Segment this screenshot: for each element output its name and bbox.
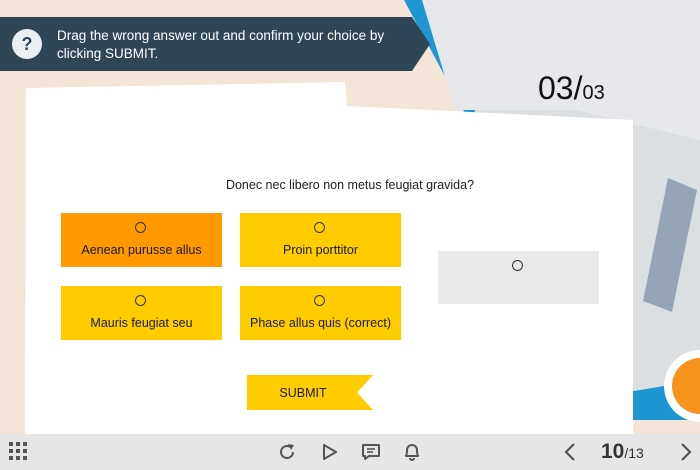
answer-option-label: Aenean purusse allus: [81, 243, 202, 257]
menu-grid-icon[interactable]: [9, 442, 29, 462]
transcript-icon[interactable]: [361, 442, 381, 462]
question-counter: 03/03: [538, 70, 605, 107]
page-total: 13: [628, 445, 644, 461]
question-text: Donec nec libero non metus feugiat gravi…: [225, 178, 475, 192]
radio-circle-icon: [512, 260, 523, 271]
submit-label: SUBMIT: [279, 386, 327, 400]
replay-icon[interactable]: [277, 442, 297, 462]
answer-option-label: Phase allus quis (correct): [249, 316, 392, 330]
play-icon[interactable]: [320, 442, 340, 462]
radio-circle-icon: [314, 222, 325, 233]
answer-option-2[interactable]: Proin porttitor: [240, 213, 401, 267]
question-total: 03: [582, 82, 605, 104]
bell-icon[interactable]: [402, 442, 422, 462]
radio-circle-icon: [135, 295, 146, 306]
question-current: 03: [538, 70, 574, 106]
submit-button[interactable]: SUBMIT: [247, 375, 373, 410]
answer-option-4[interactable]: Phase allus quis (correct): [240, 286, 401, 340]
page-indicator: 10/13: [601, 440, 644, 464]
radio-circle-icon: [135, 222, 146, 233]
bottom-toolbar: [0, 434, 700, 470]
answer-option-label: Proin porttitor: [282, 243, 359, 257]
prev-arrow-icon[interactable]: [561, 442, 581, 462]
drop-zone[interactable]: [438, 251, 599, 304]
page-current: 10: [601, 440, 625, 463]
answer-option-3[interactable]: Mauris feugiat seu: [61, 286, 222, 340]
answer-option-1[interactable]: Aenean purusse allus: [61, 213, 222, 267]
radio-circle-icon: [314, 295, 325, 306]
help-icon[interactable]: ?: [12, 29, 42, 59]
next-arrow-icon[interactable]: [675, 442, 695, 462]
slide-scene: ? Drag the wrong answer out and confirm …: [0, 0, 700, 470]
answer-option-label: Mauris feugiat seu: [90, 316, 193, 330]
instruction-text: Drag the wrong answer out and confirm yo…: [57, 28, 385, 61]
